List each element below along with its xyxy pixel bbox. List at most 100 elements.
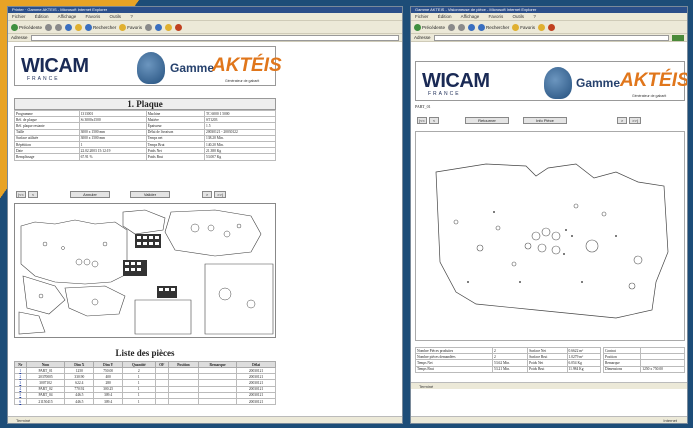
cancel-button[interactable]: Annuler [70, 191, 110, 198]
next-button[interactable]: > [617, 117, 627, 124]
info-label: Temps Brut [414, 365, 494, 373]
plaque-label: Poids Brut [145, 153, 206, 161]
address-input[interactable] [30, 34, 399, 41]
page-content: WICAM FRANCE Gamme AKTÉIS Générateur de … [411, 43, 687, 416]
plaque-value: 53.007 Kg [204, 153, 276, 161]
menu-tools[interactable]: Outils [513, 14, 525, 19]
search-icon [85, 23, 93, 31]
toolbar: Précédente Rechercher Favoris [8, 21, 402, 34]
stop-icon[interactable] [458, 23, 466, 31]
last-button[interactable]: >>| [214, 191, 226, 198]
prev-button[interactable]: < [28, 191, 38, 198]
akteis-tagline: Générateur de gabarit [632, 94, 667, 98]
forward-icon[interactable] [45, 23, 53, 31]
prev-button[interactable]: < [429, 117, 439, 124]
status-bar: Terminé [8, 416, 402, 423]
part-link[interactable]: 5 [19, 393, 21, 397]
menu-help[interactable]: ? [130, 14, 133, 19]
star-icon [512, 23, 520, 31]
return-button[interactable]: Retourner [465, 117, 509, 124]
edit-icon[interactable] [548, 23, 556, 31]
page-content: WICAM FRANCE Gamme AKTÉIS Générateur de … [8, 43, 402, 416]
favorites-button[interactable]: Favoris [119, 23, 142, 31]
menu-bar: Fichier Édition Affichage Favoris Outils… [8, 13, 402, 21]
menu-file[interactable]: Fichier [12, 14, 26, 19]
part-drawing [415, 131, 685, 341]
back-button[interactable]: Précédente [11, 23, 42, 31]
edit-icon[interactable] [175, 23, 183, 31]
back-button[interactable]: Précédente [414, 23, 445, 31]
next-button[interactable]: > [202, 191, 212, 198]
menu-tools[interactable]: Outils [110, 14, 122, 19]
favorites-button[interactable]: Favoris [512, 23, 535, 31]
gamme-label: Gamme [170, 61, 215, 75]
table-cell: 309.4 [93, 397, 124, 406]
part-link[interactable]: 4 [19, 387, 21, 391]
menu-file[interactable]: Fichier [415, 14, 429, 19]
menu-view[interactable]: Affichage [461, 14, 480, 19]
table-cell: 446.5 [64, 397, 95, 406]
address-input[interactable] [433, 34, 669, 41]
back-arrow-icon [11, 23, 18, 31]
info-value: 53.21 Min. [492, 365, 529, 373]
go-button[interactable] [672, 34, 684, 41]
part-info-button[interactable]: Info Pièce [523, 117, 567, 124]
parts-table: Nr Nom Dim X Dim Y Quantité OF Position Remarqu… [14, 361, 276, 406]
search-icon [478, 23, 486, 31]
home-icon[interactable] [75, 23, 83, 31]
refresh-icon[interactable] [468, 23, 476, 31]
wicam-banner: WICAM FRANCE Gamme AKTÉIS Générateur de … [415, 61, 688, 101]
search-button[interactable]: Rechercher [478, 23, 509, 31]
plaque-label: Remplissage [14, 153, 80, 161]
wicam-logo: WICAM [422, 70, 490, 92]
part-link[interactable]: 6 [19, 400, 21, 404]
menu-view[interactable]: Affichage [58, 14, 77, 19]
validate-button[interactable]: Valider [130, 191, 170, 198]
toolbar: Précédente Rechercher Favoris [411, 21, 687, 34]
plaque-section-title: 1. Plaque [14, 98, 276, 110]
last-button[interactable]: >>| [629, 117, 641, 124]
table-cell: 6 [14, 397, 27, 406]
client-row: Dimensions 1250 x 750.00 [602, 365, 685, 373]
plaque-row: Remplissage 67.91 % Poids Brut 53.007 Kg [14, 153, 276, 161]
address-bar: Adresse [411, 34, 687, 42]
part-svg [435, 163, 669, 319]
print-icon[interactable] [165, 23, 173, 31]
table-cell: 1 [122, 397, 156, 406]
part-link[interactable]: 2 [19, 375, 21, 379]
part-link[interactable]: 3 [19, 381, 21, 385]
inner-status-bar: Terminé [411, 382, 687, 389]
table-row: 6 21150415 446.5 309.4 1 20030121 [14, 397, 276, 406]
menu-bar: Fichier Édition Affichage Favoris Outils… [411, 13, 687, 21]
menu-help[interactable]: ? [533, 14, 536, 19]
first-button[interactable]: |<< [417, 117, 427, 124]
part-info-table: Nombre Pièces produites 2 Surface Net 0.662… [414, 346, 601, 373]
menu-favorites[interactable]: Favoris [489, 14, 504, 19]
table-cell [167, 397, 199, 406]
plaque-value: 67.91 % [78, 153, 147, 161]
info-row: Temps Brut 53.21 Min. Poids Brut 11.984 Kg [414, 365, 601, 373]
print-icon[interactable] [538, 23, 546, 31]
browser-window-piece: Gamme AKTEIS - Visionneuse de pièce - Mi… [410, 6, 688, 424]
first-button[interactable]: |<< [16, 191, 26, 198]
part-name: PART_01 [415, 104, 431, 109]
akteis-logo: AKTÉIS [620, 70, 688, 91]
search-button[interactable]: Rechercher [85, 23, 117, 31]
refresh-icon[interactable] [65, 23, 73, 31]
plaque-table: Programme 1313001 Machine TC 6000 1 5000 Réf… [14, 109, 276, 161]
history-icon[interactable] [145, 23, 153, 31]
wicam-logo-sub: FRANCE [27, 76, 60, 82]
part-link[interactable]: 1 [19, 369, 21, 373]
table-cell: 20030121 [236, 397, 276, 406]
search-label: Rechercher [93, 24, 117, 30]
menu-favorites[interactable]: Favoris [86, 14, 101, 19]
stop-icon[interactable] [55, 23, 63, 31]
address-label: Adresse [414, 35, 431, 40]
nesting-drawing [14, 203, 276, 338]
menu-edit[interactable]: Édition [438, 14, 452, 19]
menu-edit[interactable]: Édition [35, 14, 49, 19]
forward-icon[interactable] [448, 23, 456, 31]
status-bar: Internet [411, 416, 687, 423]
mail-icon[interactable] [155, 23, 163, 31]
star-icon [119, 23, 127, 31]
